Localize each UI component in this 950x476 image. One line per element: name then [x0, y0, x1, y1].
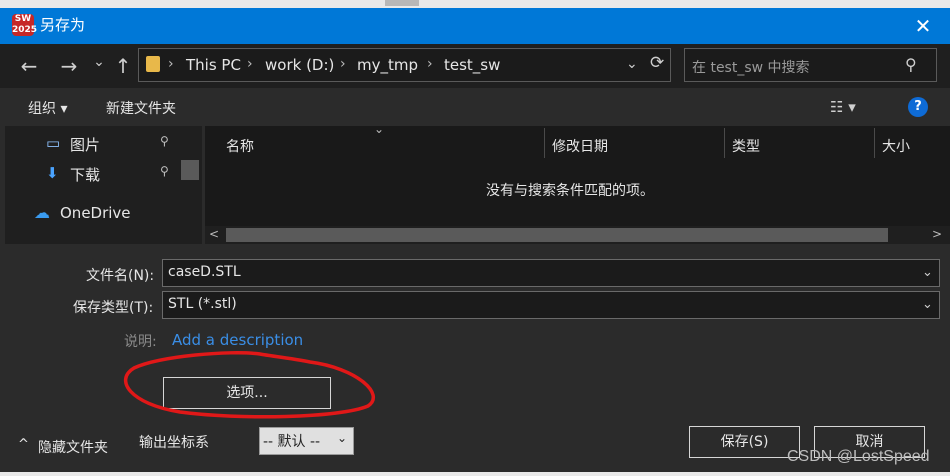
column-divider[interactable] [874, 128, 875, 158]
empty-message: 没有与搜索条件匹配的项。 [486, 183, 654, 199]
help-icon[interactable]: ? [908, 97, 928, 117]
column-header-name[interactable]: 名称 [226, 136, 254, 156]
pin-icon[interactable]: ⚲ [160, 134, 169, 148]
new-folder-button[interactable]: 新建文件夹 [106, 98, 176, 118]
background-strip [0, 0, 950, 8]
forward-icon[interactable]: → [56, 54, 82, 78]
organize-menu-button[interactable]: 组织 ▾ [28, 98, 67, 118]
watermark: CSDN @LostSpeed [787, 448, 930, 465]
column-divider[interactable] [544, 128, 545, 158]
close-button[interactable]: ✕ [906, 12, 940, 40]
breadcrumb-this-pc[interactable]: This PC [186, 56, 241, 74]
solidworks-logo-icon: SW 2025 [12, 14, 38, 36]
refresh-icon[interactable]: ⟳ [650, 53, 664, 73]
save-type-label: 保存类型(T): [73, 300, 154, 316]
search-icon[interactable]: ⚲ [905, 55, 917, 74]
column-header-size[interactable]: 大小 [882, 136, 910, 156]
coordinate-system-label: 输出坐标系 [139, 435, 209, 451]
breadcrumb-separator: › [340, 56, 346, 72]
breadcrumb-work-d[interactable]: work (D:) [265, 56, 334, 74]
filename-value: caseD.STL [168, 264, 241, 280]
window-title: 另存为 [40, 16, 86, 34]
nav-scrollbar[interactable] [180, 126, 202, 244]
background-strip [0, 472, 950, 476]
history-dropdown-icon[interactable]: ⌄ [86, 54, 112, 70]
address-dropdown-icon[interactable]: ⌄ [626, 56, 638, 72]
save-type-dropdown-icon[interactable]: ⌄ [922, 297, 933, 312]
description-label: 说明: [124, 334, 157, 350]
hide-folders-button[interactable]: 隐藏文件夹 [38, 437, 108, 457]
column-header-type[interactable]: 类型 [732, 136, 760, 156]
nav-item-onedrive[interactable]: OneDrive [60, 204, 131, 222]
save-button[interactable]: 保存(S) [689, 426, 800, 458]
onedrive-icon: ☁ [34, 203, 50, 222]
nav-item-pictures[interactable]: 图片 [70, 134, 100, 155]
options-button[interactable]: 选项... [163, 377, 331, 409]
title-bar [0, 8, 950, 44]
coordinate-dropdown-icon[interactable]: ⌄ [337, 431, 347, 445]
breadcrumb-my-tmp[interactable]: my_tmp [357, 56, 418, 74]
nav-scrollbar-thumb[interactable] [181, 160, 199, 180]
filename-dropdown-icon[interactable]: ⌄ [922, 265, 933, 280]
download-icon: ⬇ [46, 164, 59, 182]
horizontal-scrollbar-thumb[interactable] [226, 228, 888, 242]
breadcrumb-separator: › [168, 56, 174, 72]
scroll-right-icon[interactable]: > [932, 227, 942, 241]
pin-icon[interactable]: ⚲ [160, 164, 169, 178]
chevron-up-icon[interactable]: ^ [18, 437, 29, 452]
folder-icon [146, 56, 160, 72]
save-type-value: STL (*.stl) [168, 296, 237, 312]
breadcrumb-separator: › [247, 56, 253, 72]
column-divider[interactable] [724, 128, 725, 158]
scroll-left-icon[interactable]: < [209, 227, 219, 241]
add-description-link[interactable]: Add a description [172, 331, 303, 349]
up-icon[interactable]: ↑ [110, 54, 136, 78]
sort-indicator-icon: ⌄ [374, 122, 385, 136]
coordinate-system-value: -- 默认 -- [263, 434, 321, 450]
save-type-select[interactable] [162, 291, 940, 319]
search-placeholder: 在 test_sw 中搜索 [692, 60, 810, 76]
breadcrumb-separator: › [427, 56, 433, 72]
nav-item-downloads[interactable]: 下载 [70, 164, 100, 185]
back-icon[interactable]: ← [16, 54, 42, 78]
filename-field[interactable] [162, 259, 940, 287]
pictures-icon: ▭ [46, 134, 61, 152]
column-header-date[interactable]: 修改日期 [552, 136, 608, 156]
filename-label: 文件名(N): [86, 268, 155, 284]
view-options-icon[interactable]: ☷ ▾ [830, 98, 856, 116]
breadcrumb-test-sw[interactable]: test_sw [444, 56, 500, 74]
